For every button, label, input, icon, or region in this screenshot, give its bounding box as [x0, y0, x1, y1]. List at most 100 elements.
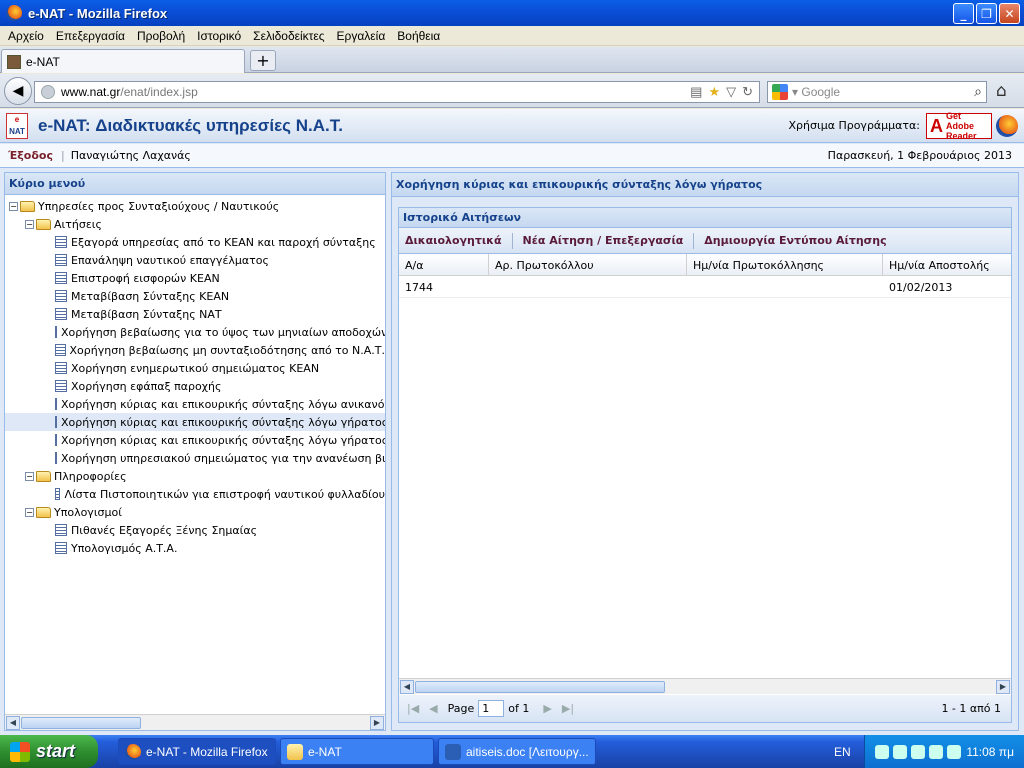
bookmark-star-icon[interactable]: ★ — [708, 84, 720, 100]
document-icon — [55, 542, 67, 554]
back-button[interactable]: ◀ — [4, 77, 32, 105]
content-panel: Χορήγηση κύριας και επικουρικής σύνταξης… — [391, 172, 1019, 731]
volume-icon[interactable] — [947, 744, 961, 759]
grid-scroll-thumb[interactable] — [415, 681, 665, 693]
menu-view[interactable]: Προβολή — [131, 29, 191, 43]
collapse-toggle-icon[interactable]: − — [25, 219, 34, 229]
tree-item[interactable]: Χορήγηση κύριας και επικουρικής σύνταξης… — [5, 413, 385, 431]
grid-header: Α/α Αρ. Πρωτοκόλλου Ημ/νία Πρωτοκόλλησης… — [399, 254, 1011, 276]
menu-edit[interactable]: Επεξεργασία — [50, 29, 131, 43]
next-page-icon[interactable]: ▶ — [543, 702, 551, 715]
url-bar-icons: ▤ ★ ▽ ↻ — [690, 84, 753, 100]
column-header-aa[interactable]: Α/α — [399, 254, 489, 276]
document-icon — [55, 290, 67, 302]
minimize-button[interactable]: _ — [953, 3, 974, 24]
search-input[interactable]: ▾ Google ⌕ — [767, 81, 987, 103]
folder-open-icon — [36, 218, 51, 230]
tree-item[interactable]: Μεταβίβαση Σύνταξης ΚΕΑΝ — [5, 287, 385, 305]
collapse-toggle-icon[interactable]: − — [9, 201, 18, 211]
tree-item[interactable]: Πιθανές Εξαγορές Ξένης Σημαίας — [5, 521, 385, 539]
tree-item[interactable]: Λίστα Πιστοποιητικών για επιστροφή ναυτι… — [5, 485, 385, 503]
grid-scroll-left-icon[interactable]: ◀ — [400, 680, 414, 694]
reload-icon[interactable]: ↻ — [742, 84, 753, 100]
tree-horizontal-scrollbar[interactable]: ◀ ▶ — [5, 714, 385, 730]
tree-item[interactable]: Επανάληψη ναυτικού επαγγέλματος — [5, 251, 385, 269]
site-identity-icon[interactable] — [41, 85, 55, 99]
column-header-protocol-date[interactable]: Ημ/νία Πρωτοκόλλησης — [687, 254, 883, 276]
home-icon[interactable]: ⌂ — [996, 81, 1007, 101]
grid-horizontal-scrollbar[interactable]: ◀ ▶ — [399, 678, 1011, 694]
scroll-right-icon[interactable]: ▶ — [370, 716, 384, 730]
tree-folder[interactable]: − Υπηρεσίες προς Συνταξιούχους / Ναυτικού… — [5, 197, 385, 215]
tree-item[interactable]: Επιστροφή εισφορών ΚΕΑΝ — [5, 269, 385, 287]
network-icon[interactable] — [875, 744, 889, 759]
document-icon — [55, 398, 57, 410]
tree-item-label: Χορήγηση κύριας και επικουρικής σύνταξης… — [61, 433, 385, 447]
monitor-icon[interactable] — [893, 744, 907, 759]
menu-tools[interactable]: Εργαλεία — [331, 29, 392, 43]
rss-icon[interactable]: ▤ — [690, 84, 702, 100]
new-application-button[interactable]: Νέα Αίτηση / Επεξεργασία — [523, 234, 684, 247]
tree-item[interactable]: Χορήγηση εφάπαξ παροχής — [5, 377, 385, 395]
adobe-reader-link[interactable]: A Get Adobe Reader — [926, 111, 992, 141]
cell-send-date: 01/02/2013 — [889, 280, 953, 294]
language-indicator[interactable]: EN — [834, 745, 851, 759]
firefox-download-icon[interactable] — [996, 115, 1018, 137]
documents-button[interactable]: Δικαιολογητικά — [405, 234, 502, 247]
taskbar-item-firefox[interactable]: e-NAT - Mozilla Firefox — [118, 738, 276, 765]
column-header-send-date[interactable]: Ημ/νία Αποστολής — [883, 254, 1011, 276]
scroll-thumb[interactable] — [21, 717, 141, 729]
create-form-button[interactable]: Δημιουργία Εντύπου Αίτησης — [704, 234, 886, 247]
window-titlebar[interactable]: e-NAT - Mozilla Firefox _ ❐ ✕ — [0, 0, 1024, 26]
tree-item-label: Υπηρεσίες προς Συνταξιούχους / Ναυτικούς — [38, 199, 280, 213]
menu-bookmarks[interactable]: Σελιδοδείκτες — [247, 29, 330, 43]
new-tab-button[interactable]: + — [250, 50, 276, 71]
scroll-left-icon[interactable]: ◀ — [6, 716, 20, 730]
collapse-toggle-icon[interactable]: − — [25, 471, 34, 481]
first-page-icon[interactable]: |◀ — [407, 702, 419, 715]
tree-folder[interactable]: − Αιτήσεις — [5, 215, 385, 233]
clock: 11:08 πμ — [966, 745, 1014, 759]
tab-enat[interactable]: e-NAT — [1, 49, 245, 73]
tree-item[interactable]: Μεταβίβαση Σύνταξης ΝΑΤ — [5, 305, 385, 323]
tree-item[interactable]: Χορήγηση υπηρεσιακού σημειώματος για την… — [5, 449, 385, 467]
collapse-toggle-icon[interactable]: − — [25, 507, 34, 517]
tree-item[interactable]: Υπολογισμός Α.Τ.Α. — [5, 539, 385, 557]
menu-file[interactable]: Αρχείο — [2, 29, 50, 43]
table-row[interactable]: 1744 01/02/2013 — [399, 276, 1011, 298]
search-icon[interactable]: ⌕ — [974, 83, 982, 100]
main-menu-panel: Κύριο μενού − Υπηρεσίες προς Συνταξιούχου… — [4, 172, 386, 731]
update-icon[interactable] — [929, 744, 943, 759]
tree-folder[interactable]: − Υπολογισμοί — [5, 503, 385, 521]
useful-programs-label: Χρήσιμα Προγράμματα: — [788, 119, 920, 132]
tree-item[interactable]: Χορήγηση βεβαίωσης μη συνταξιοδότησης απ… — [5, 341, 385, 359]
menu-help[interactable]: Βοήθεια — [391, 29, 446, 43]
url-bar[interactable]: www.nat.gr/enat/index.jsp ▤ ★ ▽ ↻ — [34, 81, 760, 103]
google-icon[interactable] — [772, 84, 788, 100]
tree-item[interactable]: Χορήγηση κύριας και επικουρικής σύνταξης… — [5, 431, 385, 449]
column-header-protocol-number[interactable]: Αρ. Πρωτοκόλλου — [489, 254, 687, 276]
prev-page-icon[interactable]: ◀ — [429, 702, 437, 715]
search-engine-dropdown-icon[interactable]: ▾ — [792, 85, 798, 99]
tree-folder[interactable]: − Πληροφορίες — [5, 467, 385, 485]
page-number-input[interactable] — [478, 700, 505, 717]
security-icon[interactable] — [911, 744, 925, 759]
document-icon — [55, 434, 57, 446]
tree-item[interactable]: Χορήγηση κύριας και επικουρικής σύνταξης… — [5, 395, 385, 413]
tree-item[interactable]: Χορήγηση ενημερωτικού σημειώματος ΚΕΑΝ — [5, 359, 385, 377]
menu-history[interactable]: Ιστορικό — [191, 29, 247, 43]
last-page-icon[interactable]: ▶| — [562, 702, 574, 715]
tree-item[interactable]: Εξαγορά υπηρεσίας από το ΚΕΑΝ και παροχή… — [5, 233, 385, 251]
restore-button[interactable]: ❐ — [976, 3, 997, 24]
start-button[interactable]: start — [0, 735, 98, 768]
tree-item-label: Επανάληψη ναυτικού επαγγέλματος — [71, 253, 269, 267]
grid-scroll-right-icon[interactable]: ▶ — [996, 680, 1010, 694]
tree-item[interactable]: Χορήγηση βεβαίωσης για το ύψος των μηνια… — [5, 323, 385, 341]
taskbar-item-folder[interactable]: e-NAT — [280, 738, 434, 765]
taskbar-item-word[interactable]: aitiseis.doc [Λειτουργ... — [438, 738, 596, 765]
logout-link[interactable]: Έξοδος — [8, 149, 53, 162]
close-button[interactable]: ✕ — [999, 3, 1020, 24]
dropdown-arrow-icon[interactable]: ▽ — [726, 84, 736, 100]
adobe-logo-icon: A — [930, 115, 943, 136]
cell-aa: 1744 — [405, 280, 433, 294]
